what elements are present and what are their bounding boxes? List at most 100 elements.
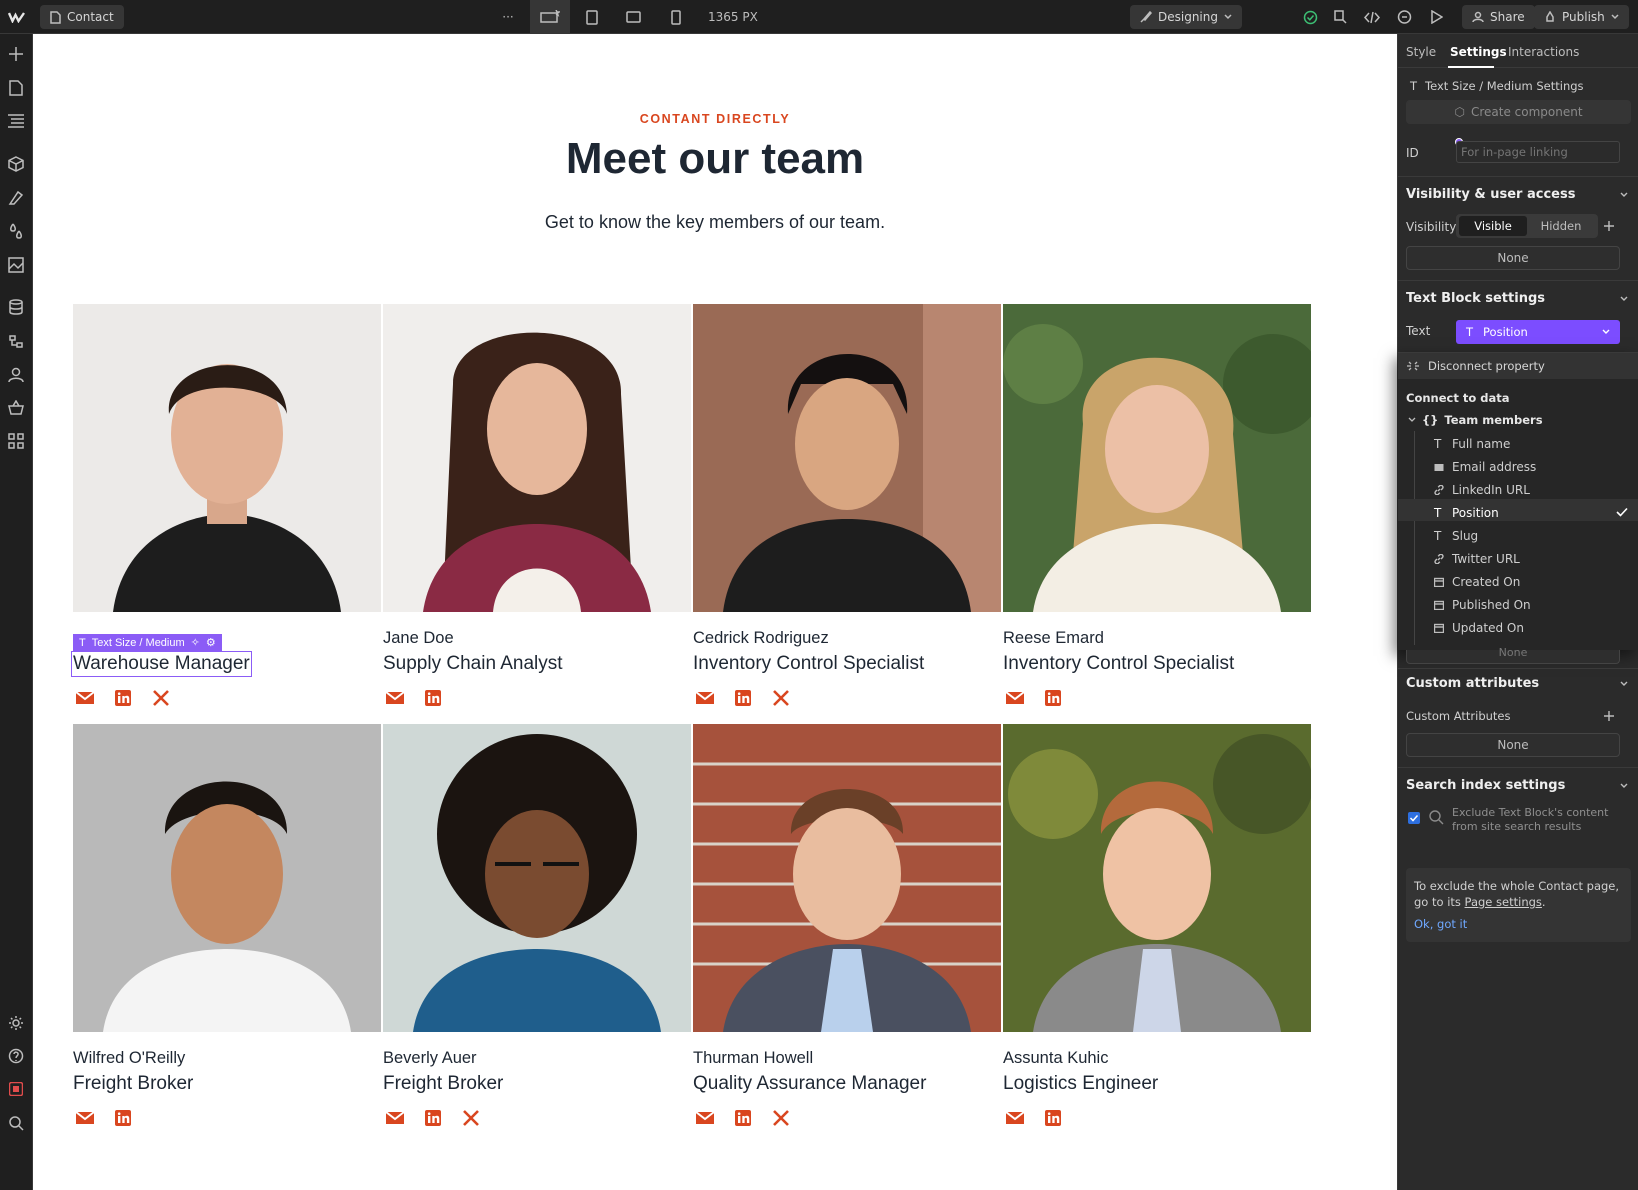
record-button[interactable] <box>6 1079 26 1099</box>
users-button[interactable] <box>6 365 26 385</box>
search-index-section-title[interactable]: Search index settings <box>1406 778 1565 793</box>
x-twitter-icon[interactable] <box>151 688 171 708</box>
exclude-checkbox[interactable] <box>1408 812 1420 824</box>
plus-icon[interactable] <box>1603 220 1615 232</box>
ok-got-it-button[interactable]: Ok, got it <box>1414 916 1623 932</box>
x-twitter-icon[interactable] <box>771 1108 791 1128</box>
email-icon[interactable] <box>695 1108 715 1128</box>
id-input[interactable] <box>1456 141 1620 163</box>
email-icon[interactable] <box>1005 1108 1025 1128</box>
tab-style[interactable]: Style <box>1406 45 1436 59</box>
user-icon <box>1472 11 1484 23</box>
field-twitter-url[interactable]: Twitter URL <box>1434 552 1520 566</box>
logic-button[interactable] <box>6 331 26 351</box>
member-role[interactable]: Warehouse Manager <box>71 651 252 677</box>
style-selectors-button[interactable] <box>6 188 26 208</box>
chevron-down-icon[interactable] <box>1620 783 1628 789</box>
linkedin-icon[interactable] <box>733 1108 753 1128</box>
member-photo <box>383 304 691 612</box>
canvas-width-readout: 1365 PX <box>708 10 758 24</box>
check-circle-icon <box>1303 10 1317 24</box>
visible-option[interactable]: Visible <box>1459 216 1527 236</box>
selection-label[interactable]: T Text Size / Medium ✧ ⚙ <box>73 634 222 651</box>
share-button[interactable]: Share <box>1462 0 1535 34</box>
field-slug[interactable]: T Slug <box>1434 529 1478 543</box>
code-export-button[interactable] <box>1362 0 1382 34</box>
field-full-name[interactable]: T Full name <box>1434 437 1510 451</box>
comments-button[interactable] <box>1394 0 1414 34</box>
chevron-down-icon[interactable] <box>1620 681 1628 687</box>
collection-item[interactable]: {} Team members <box>1408 413 1543 427</box>
x-twitter-icon[interactable] <box>461 1108 481 1128</box>
publish-button[interactable]: Publish <box>1534 0 1629 34</box>
tab-interactions[interactable]: Interactions <box>1508 45 1579 59</box>
x-twitter-icon[interactable] <box>771 688 791 708</box>
desktop-star-icon <box>540 10 560 23</box>
linkedin-icon[interactable] <box>1043 688 1063 708</box>
text-type-icon: T <box>1410 79 1418 93</box>
textblock-section-title[interactable]: Text Block settings <box>1406 291 1545 306</box>
email-icon[interactable] <box>1005 688 1025 708</box>
collection-label: Team members <box>1444 413 1543 427</box>
visibility-section-title[interactable]: Visibility & user access <box>1406 187 1575 202</box>
plus-icon[interactable] <box>1603 710 1615 722</box>
field-email-address[interactable]: Email address <box>1434 460 1536 474</box>
email-icon[interactable] <box>75 1108 95 1128</box>
page-settings-link[interactable]: Page settings <box>1465 895 1542 909</box>
pages-button[interactable] <box>6 78 26 98</box>
text-binding-select[interactable]: T Position <box>1456 320 1620 344</box>
help-button[interactable] <box>6 1046 26 1066</box>
linkedin-icon[interactable] <box>113 1108 133 1128</box>
cms-button[interactable] <box>6 297 26 317</box>
webflow-logo[interactable] <box>6 0 28 34</box>
page-selector[interactable]: Contact <box>40 0 124 34</box>
linkedin-icon[interactable] <box>733 688 753 708</box>
preview-button[interactable] <box>1426 0 1446 34</box>
design-canvas[interactable]: CONTANT DIRECTLY Meet our team Get to kn… <box>33 34 1397 1190</box>
navigator-icon <box>8 114 24 128</box>
tablet-breakpoint-button[interactable] <box>582 0 602 34</box>
status-check-button[interactable] <box>1300 0 1320 34</box>
assets-button[interactable] <box>6 255 26 275</box>
field-linkedin-url[interactable]: LinkedIn URL <box>1434 483 1530 497</box>
chevron-down-icon[interactable] <box>1620 192 1628 198</box>
settings-button[interactable] <box>6 1013 26 1033</box>
variables-button[interactable] <box>6 221 26 241</box>
ecommerce-button[interactable] <box>6 398 26 418</box>
email-icon[interactable] <box>385 1108 405 1128</box>
email-icon[interactable] <box>75 688 95 708</box>
audit-button[interactable] <box>1330 0 1350 34</box>
divider <box>1398 668 1638 669</box>
field-updated-on[interactable]: Updated On <box>1434 621 1524 635</box>
field-position[interactable]: T Position <box>1434 506 1499 520</box>
mode-dropdown[interactable]: Designing <box>1130 0 1242 34</box>
mobile-breakpoint-button[interactable] <box>666 0 686 34</box>
email-icon[interactable] <box>385 688 405 708</box>
components-button[interactable] <box>6 154 26 174</box>
linkedin-icon[interactable] <box>423 688 443 708</box>
linkedin-icon[interactable] <box>113 688 133 708</box>
hidden-option[interactable]: Hidden <box>1527 216 1595 236</box>
search-icon <box>9 1116 24 1131</box>
disconnect-property-item[interactable]: Disconnect property <box>1398 353 1638 379</box>
navigator-button[interactable] <box>6 111 26 131</box>
create-component-button[interactable]: ⬡ Create component <box>1406 100 1631 124</box>
chevron-down-icon[interactable] <box>1620 296 1628 302</box>
apps-button[interactable] <box>6 431 26 451</box>
email-icon[interactable] <box>695 688 715 708</box>
visibility-conditions-box[interactable]: None <box>1406 246 1620 270</box>
search-button[interactable] <box>6 1113 26 1133</box>
left-toolbar <box>0 34 33 1190</box>
add-elements-button[interactable] <box>6 44 26 64</box>
social-links <box>695 688 791 708</box>
landscape-breakpoint-button[interactable] <box>622 0 644 34</box>
field-created-on[interactable]: Created On <box>1434 575 1520 589</box>
linkedin-icon[interactable] <box>423 1108 443 1128</box>
field-published-on[interactable]: Published On <box>1434 598 1531 612</box>
custom-attributes-section-title[interactable]: Custom attributes <box>1406 676 1539 691</box>
custom-attributes-box[interactable]: None <box>1406 733 1620 757</box>
tab-settings[interactable]: Settings <box>1450 45 1507 59</box>
more-menu-button[interactable]: ··· <box>498 0 518 34</box>
linkedin-icon[interactable] <box>1043 1108 1063 1128</box>
desktop-breakpoint-button[interactable] <box>530 0 570 34</box>
